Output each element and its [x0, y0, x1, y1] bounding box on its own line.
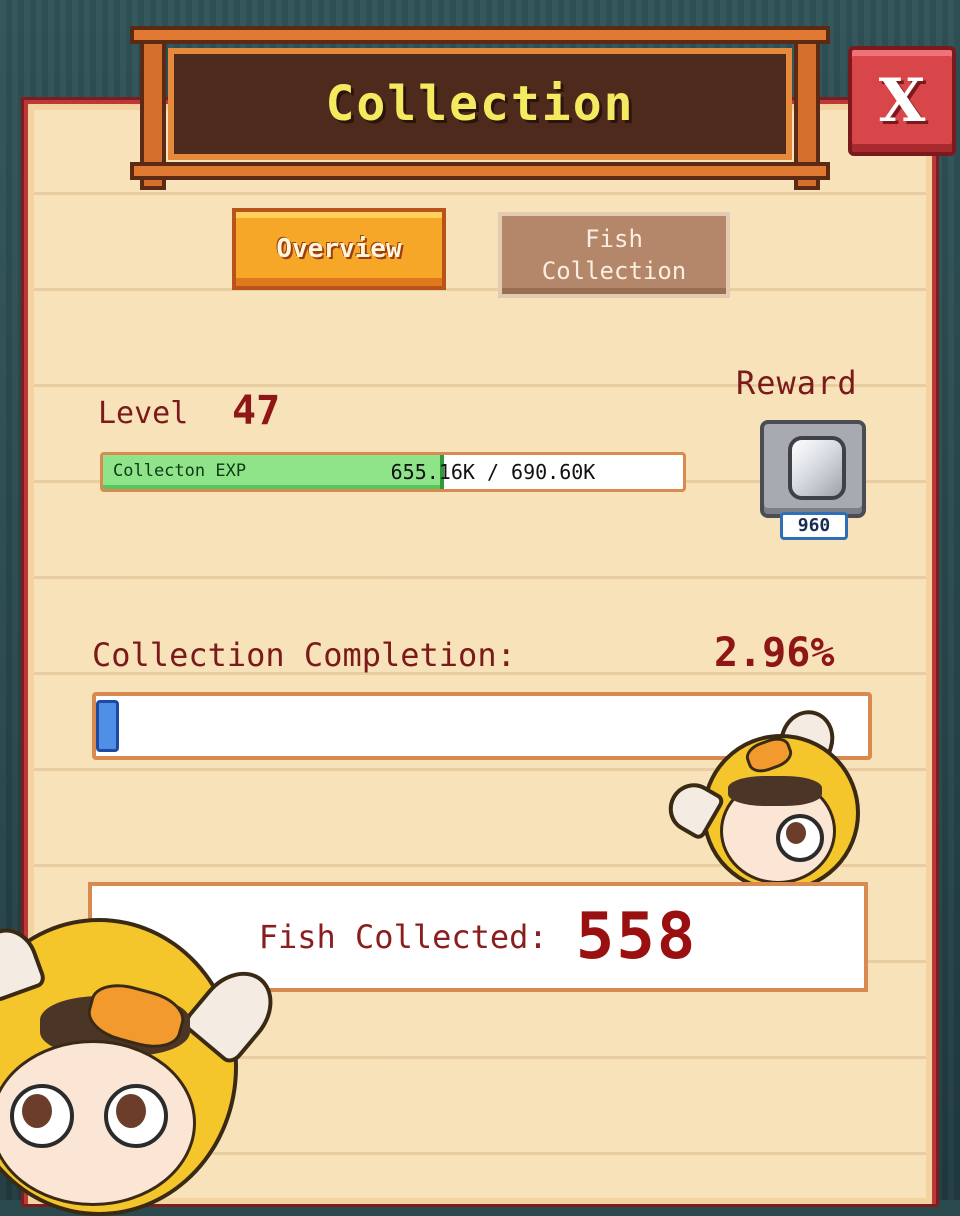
reward-label: Reward	[736, 364, 858, 402]
mascot-right	[659, 703, 868, 892]
title-rail-top	[130, 26, 830, 44]
exp-progress-bar: Collecton EXP 655.16K / 690.60K	[100, 452, 686, 492]
tab-fish-collection[interactable]: Fish Collection	[498, 212, 730, 298]
eye-icon	[22, 1094, 52, 1128]
fish-collected-label: Fish Collected:	[258, 918, 548, 956]
completion-label: Collection Completion:	[92, 636, 516, 674]
completion-progress-fill	[96, 700, 119, 752]
level-value: 47	[232, 388, 281, 434]
tab-fish-collection-label: Fish Collection	[541, 225, 687, 285]
fish-collected-value: 558	[575, 900, 698, 974]
title-plaque: Collection	[168, 48, 792, 160]
reward-item[interactable]	[760, 420, 866, 518]
close-icon: X	[878, 66, 926, 136]
mascot-left	[0, 918, 290, 1216]
mascot-hair	[728, 776, 822, 806]
completion-percent: 2.96%	[714, 630, 835, 676]
tab-overview[interactable]: Overview	[232, 208, 446, 290]
close-button[interactable]: X	[848, 46, 956, 156]
eye-icon	[786, 822, 806, 844]
exp-name: Collecton EXP	[113, 461, 247, 481]
exp-value: 655.16K / 690.60K	[390, 460, 596, 484]
level-label: Level	[98, 396, 189, 431]
silver-gem-icon	[788, 436, 846, 500]
reward-count: 960	[780, 512, 848, 540]
page-title: Collection	[325, 76, 635, 132]
tab-overview-label: Overview	[276, 234, 402, 264]
title-board: Collection	[130, 26, 830, 190]
title-rail-bottom	[130, 162, 830, 180]
eye-icon	[116, 1094, 146, 1128]
